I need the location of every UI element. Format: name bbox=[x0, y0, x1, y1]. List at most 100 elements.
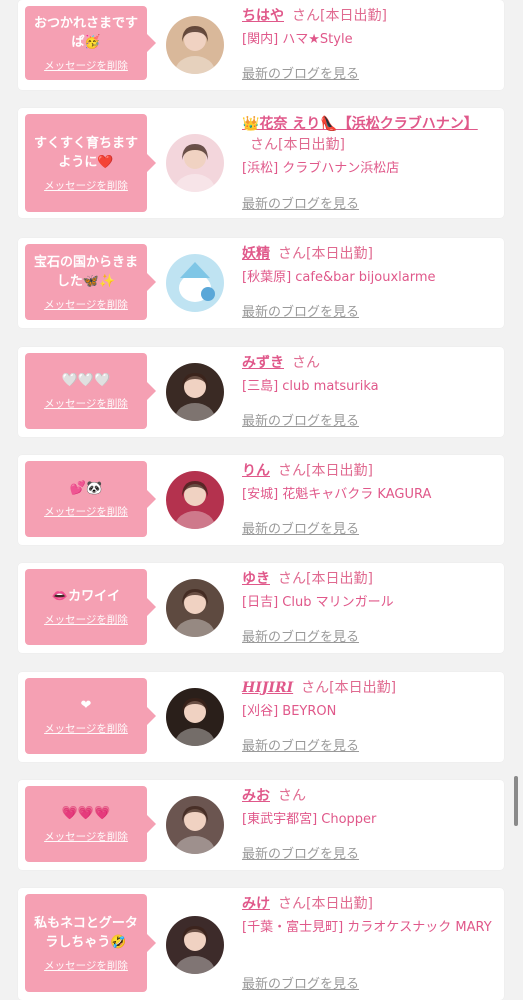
cast-photo-icon bbox=[166, 363, 224, 421]
cast-name-link[interactable]: ゆき bbox=[242, 571, 270, 587]
message-text: 💕🐼 bbox=[69, 481, 103, 496]
message-card: ❤ メッセージを削除 HIJIRI さん[本日出勤] [刈谷] BEYRON 最新のブログ… bbox=[18, 672, 504, 762]
cast-name-link[interactable]: みずき bbox=[242, 355, 284, 371]
delete-message-link[interactable]: メッセージを削除 bbox=[44, 721, 128, 736]
cast-name-line: みずき さん bbox=[242, 353, 492, 374]
message-card: 宝石の国からきました🦋✨ メッセージを削除 妖精 さん[本日出勤] [秋葉原] cafe… bbox=[18, 238, 504, 328]
cast-name-line: 👑花奈 えり👠【浜松クラブハナン】さん[本日出勤] bbox=[242, 114, 492, 156]
message-text: 👄カワイイ bbox=[51, 589, 121, 604]
honorific-label: さん bbox=[278, 246, 306, 262]
message-text: 🤍🤍🤍 bbox=[61, 373, 111, 388]
honorific-label: さん bbox=[250, 137, 278, 153]
message-card: 💗💗💗 メッセージを削除 みお さん [東武宇都宮] Chopper 最新のブログを見る bbox=[18, 780, 504, 870]
cast-avatar[interactable] bbox=[166, 363, 224, 421]
cast-avatar[interactable] bbox=[166, 579, 224, 637]
cast-name-link[interactable]: みけ bbox=[242, 896, 270, 912]
message-text: おつかれさまですぱ🥳 bbox=[33, 15, 138, 50]
cast-name-line: みお さん bbox=[242, 786, 492, 807]
cast-photo-icon bbox=[166, 916, 224, 974]
cast-photo-icon bbox=[166, 579, 224, 637]
delete-message-link[interactable]: メッセージを削除 bbox=[44, 297, 128, 312]
cast-avatar[interactable] bbox=[166, 796, 224, 854]
message-bubble: 宝石の国からきました🦋✨ メッセージを削除 bbox=[25, 244, 156, 320]
cast-info: ゆき さん[本日出勤] [日吉] Club マリンガール最新のブログを見る bbox=[242, 569, 492, 653]
latest-blog-link[interactable]: 最新のブログを見る bbox=[242, 301, 359, 320]
shop-label: [安城] 花魁キャバクラ KAGURA bbox=[242, 487, 432, 502]
latest-blog-link[interactable]: 最新のブログを見る bbox=[242, 735, 359, 754]
cast-photo-icon bbox=[166, 796, 224, 854]
cast-photo-icon bbox=[166, 471, 224, 529]
cast-avatar[interactable] bbox=[166, 471, 224, 529]
message-text: 💗💗💗 bbox=[61, 806, 111, 821]
latest-blog-link[interactable]: 最新のブログを見る bbox=[242, 973, 359, 992]
cast-info: みお さん [東武宇都宮] Chopper 最新のブログを見る bbox=[242, 786, 492, 870]
cast-info: 👑花奈 えり👠【浜松クラブハナン】さん[本日出勤] [浜松] クラブハナン浜松店最… bbox=[242, 114, 492, 218]
cast-photo-icon bbox=[166, 16, 224, 74]
work-status-label: [本日出勤] bbox=[329, 680, 397, 696]
latest-blog-link[interactable]: 最新のブログを見る bbox=[242, 626, 359, 645]
scrollbar[interactable] bbox=[514, 776, 518, 826]
delete-message-link[interactable]: メッセージを削除 bbox=[44, 396, 128, 411]
fairy-character-icon bbox=[166, 254, 224, 312]
cast-name-link[interactable]: みお bbox=[242, 788, 270, 804]
cast-name-line: 妖精 さん[本日出勤] bbox=[242, 244, 492, 265]
cast-avatar[interactable] bbox=[166, 16, 224, 74]
cast-name-link[interactable]: りん bbox=[242, 463, 270, 479]
cast-avatar[interactable] bbox=[166, 134, 224, 192]
message-bubble: 💗💗💗 メッセージを削除 bbox=[25, 786, 156, 862]
cast-info: みずき さん [三島] club matsurika 最新のブログを見る bbox=[242, 353, 492, 437]
cast-info: HIJIRI さん[本日出勤] [刈谷] BEYRON 最新のブログを見る bbox=[242, 678, 492, 762]
honorific-label: さん bbox=[278, 896, 306, 912]
cast-photo-icon bbox=[166, 134, 224, 192]
work-status-label: [本日出勤] bbox=[306, 571, 373, 587]
work-status-label: [本日出勤] bbox=[306, 246, 373, 262]
latest-blog-link[interactable]: 最新のブログを見る bbox=[242, 410, 359, 429]
delete-message-link[interactable]: メッセージを削除 bbox=[44, 58, 128, 73]
cast-name-line: HIJIRI さん[本日出勤] bbox=[242, 678, 492, 699]
delete-message-link[interactable]: メッセージを削除 bbox=[44, 504, 128, 519]
delete-message-link[interactable]: メッセージを削除 bbox=[44, 612, 128, 627]
delete-message-link[interactable]: メッセージを削除 bbox=[44, 958, 128, 973]
shop-label: [千葉・富士見町] カラオケスナック MARY bbox=[242, 920, 492, 935]
cast-name-link[interactable]: HIJIRI bbox=[242, 680, 293, 696]
shop-label: [日吉] Club マリンガール bbox=[242, 595, 394, 610]
honorific-label: さん bbox=[292, 8, 320, 24]
cast-info: みけ さん[本日出勤] [千葉・富士見町] カラオケスナック MARY 最新のブログを… bbox=[242, 894, 492, 1000]
cast-name-link[interactable]: ちはや bbox=[242, 8, 284, 24]
shop-label: [三島] club matsurika bbox=[242, 379, 379, 394]
latest-blog-link[interactable]: 最新のブログを見る bbox=[242, 843, 359, 862]
message-card: おつかれさまですぱ🥳 メッセージを削除 ちはや さん[本日出勤] [関内] ハマ★Sty… bbox=[18, 0, 504, 90]
cast-name-line: りん さん[本日出勤] bbox=[242, 461, 492, 482]
cast-name-link[interactable]: 👑花奈 えり👠【浜松クラブハナン】 bbox=[242, 116, 478, 132]
message-card: すくすく育ちますように❤️ メッセージを削除 👑花奈 えり👠【浜松クラブハナン】さん… bbox=[18, 108, 504, 218]
shop-label: [秋葉原] cafe&bar bijouxlarme bbox=[242, 270, 436, 285]
cast-avatar[interactable] bbox=[166, 254, 224, 312]
honorific-label: さん bbox=[278, 463, 306, 479]
honorific-label: さん bbox=[292, 355, 320, 371]
latest-blog-link[interactable]: 最新のブログを見る bbox=[242, 63, 359, 82]
message-bubble: おつかれさまですぱ🥳 メッセージを削除 bbox=[25, 6, 156, 80]
cast-photo-icon bbox=[166, 688, 224, 746]
shop-label: [刈谷] BEYRON bbox=[242, 704, 337, 719]
cast-info: ちはや さん[本日出勤] [関内] ハマ★Style 最新のブログを見る bbox=[242, 6, 492, 90]
message-card: 👄カワイイメッセージを削除 ゆき さん[本日出勤] [日吉] Club マリンガール最… bbox=[18, 563, 504, 653]
delete-message-link[interactable]: メッセージを削除 bbox=[44, 829, 128, 844]
message-text: すくすく育ちますように❤️ bbox=[33, 135, 138, 170]
message-text: ❤ bbox=[80, 698, 92, 713]
work-status-label: [本日出勤] bbox=[278, 137, 345, 153]
message-bubble: 🤍🤍🤍 メッセージを削除 bbox=[25, 353, 156, 429]
cast-avatar[interactable] bbox=[166, 916, 224, 974]
message-bubble: 👄カワイイメッセージを削除 bbox=[25, 569, 156, 645]
shop-label: [関内] ハマ★Style bbox=[242, 32, 353, 47]
cast-name-line: みけ さん[本日出勤] bbox=[242, 894, 492, 915]
honorific-label: さん bbox=[278, 571, 306, 587]
message-text: 私もネコとグータラしちゃう🤣 bbox=[34, 915, 138, 950]
latest-blog-link[interactable]: 最新のブログを見る bbox=[242, 518, 359, 537]
latest-blog-link[interactable]: 最新のブログを見る bbox=[242, 193, 359, 212]
delete-message-link[interactable]: メッセージを削除 bbox=[44, 178, 128, 193]
cast-avatar[interactable] bbox=[166, 688, 224, 746]
cast-name-link[interactable]: 妖精 bbox=[242, 246, 270, 262]
message-bubble: すくすく育ちますように❤️ メッセージを削除 bbox=[25, 114, 156, 212]
cast-name-line: ちはや さん[本日出勤] bbox=[242, 6, 492, 27]
work-status-label: [本日出勤] bbox=[320, 8, 387, 24]
